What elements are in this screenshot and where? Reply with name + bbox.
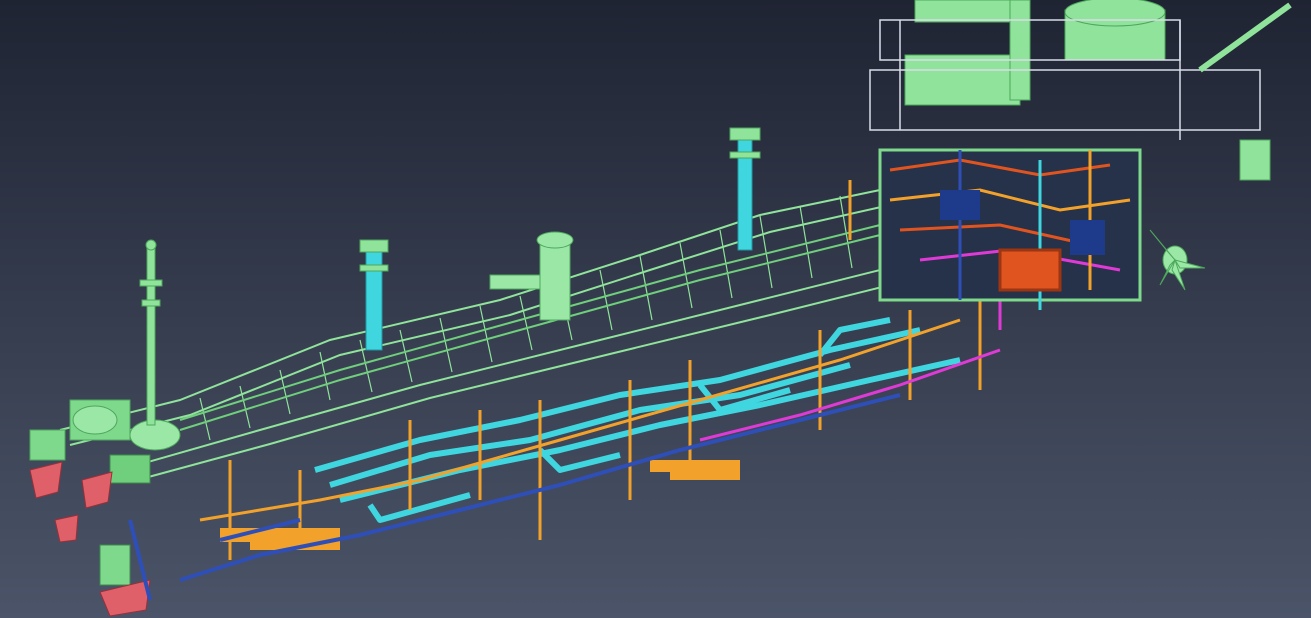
ship-piping-3d-render — [0, 0, 1311, 618]
cad-viewport[interactable] — [0, 0, 1311, 618]
background — [0, 0, 1311, 618]
engine-room-piping — [878, 148, 1142, 310]
